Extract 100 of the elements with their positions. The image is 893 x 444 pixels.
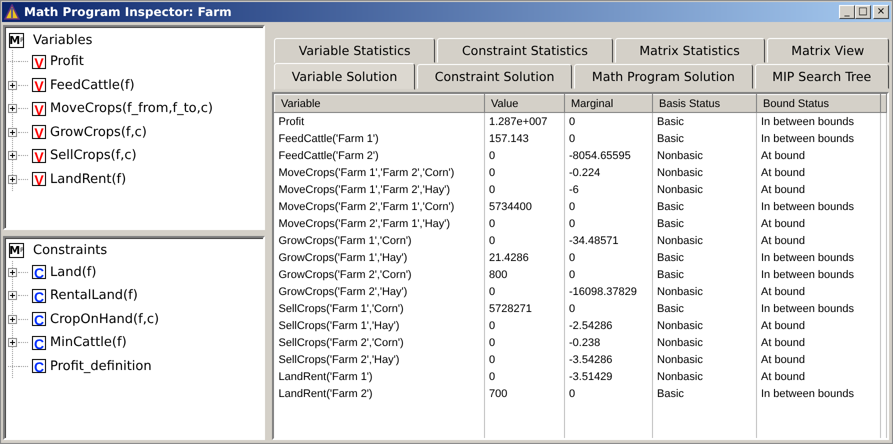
tree-item[interactable]: Profit_definition — [50, 358, 152, 374]
variable-icon: V — [32, 125, 46, 140]
tab[interactable]: Matrix View — [766, 38, 890, 63]
table-cell: In between bounds — [756, 300, 880, 317]
variable-icon: V — [32, 148, 46, 163]
minimize-button[interactable]: _ — [839, 5, 855, 19]
tab[interactable]: Constraint Solution — [417, 64, 572, 89]
table-cell: In between bounds — [756, 249, 880, 266]
table-cell: 0 — [484, 147, 564, 164]
tab[interactable]: Matrix Statistics — [614, 38, 765, 63]
tree-item[interactable]: FeedCattle(f) — [50, 78, 135, 93]
table-cell: At bound — [756, 215, 880, 232]
table-cell: At bound — [756, 232, 880, 249]
tree-root-label[interactable]: Variables — [33, 32, 92, 48]
table-cell: Basic — [652, 215, 756, 232]
table-cell: Basic — [652, 198, 756, 215]
table-cell: -0.224 — [564, 164, 652, 181]
table-cell: 5728271 — [484, 300, 564, 317]
expand-icon[interactable] — [8, 338, 17, 348]
table-cell: 0 — [564, 198, 652, 215]
expand-icon[interactable] — [8, 80, 17, 90]
column-header[interactable]: Basis Status — [652, 94, 756, 112]
close-button[interactable]: × — [873, 5, 889, 19]
tab[interactable]: MIP Search Tree — [754, 64, 889, 89]
table-cell: In between bounds — [756, 112, 880, 130]
expand-icon[interactable] — [8, 291, 17, 300]
expand-icon[interactable] — [8, 174, 17, 184]
table-cell: Nonbasic — [652, 232, 756, 249]
table-cell: Basic — [652, 300, 756, 317]
column-header[interactable]: Marginal — [564, 94, 652, 112]
expand-icon[interactable] — [8, 268, 17, 277]
expand-icon[interactable] — [8, 314, 17, 324]
tab[interactable]: Variable Solution — [274, 63, 415, 90]
expand-icon[interactable] — [8, 128, 17, 137]
variable-icon: V — [32, 102, 46, 116]
constraint-icon: C — [32, 359, 46, 374]
table-cell: Profit — [274, 112, 484, 130]
table-cell: In between bounds — [756, 385, 880, 402]
table-cell: GrowCrops('Farm 1','Corn') — [274, 232, 484, 249]
tab[interactable]: Math Program Solution — [574, 64, 753, 89]
table-cell: SellCrops('Farm 2','Corn') — [274, 334, 484, 351]
table-cell: Basic — [652, 112, 756, 130]
table-cell: 0 — [484, 215, 564, 232]
tree-root-label[interactable]: Constraints — [33, 243, 108, 258]
table-cell: FeedCattle('Farm 1') — [274, 130, 484, 147]
maximize-button[interactable]: □ — [855, 5, 871, 19]
table-cell: SellCrops('Farm 1','Hay') — [274, 317, 484, 334]
table-cell: At bound — [756, 283, 880, 300]
table-cell: At bound — [756, 368, 880, 385]
tab[interactable]: Constraint Statistics — [437, 38, 613, 63]
table-cell: Nonbasic — [652, 164, 756, 181]
table-cell: Nonbasic — [652, 317, 756, 334]
table-cell: Nonbasic — [652, 147, 756, 164]
table-cell: Basic — [652, 266, 756, 283]
table-cell: -2.54286 — [564, 317, 652, 334]
tree-item[interactable]: RentalLand(f) — [50, 288, 138, 304]
tree-item[interactable]: Land(f) — [50, 264, 96, 280]
table-cell: GrowCrops('Farm 2','Corn') — [274, 266, 484, 283]
table-cell: At bound — [756, 351, 880, 368]
table-cell: -16098.37829 — [564, 283, 652, 300]
table-cell: SellCrops('Farm 1','Corn') — [274, 300, 484, 317]
table-cell: -6 — [564, 181, 652, 198]
table-cell: 0 — [564, 215, 652, 232]
expand-icon[interactable] — [8, 104, 17, 114]
table-cell: 0 — [564, 112, 652, 130]
table-cell: 157.143 — [484, 130, 564, 147]
table-cell: 0 — [564, 385, 652, 402]
table-cell: Basic — [652, 130, 756, 147]
tree-item[interactable]: GrowCrops(f,c) — [50, 124, 147, 140]
tree-item[interactable]: LandRent(f) — [50, 172, 126, 187]
tab[interactable]: Variable Statistics — [274, 38, 436, 63]
table-cell: MoveCrops('Farm 1','Farm 2','Corn') — [274, 164, 484, 181]
table-cell: At bound — [756, 181, 880, 198]
table-cell: At bound — [756, 334, 880, 351]
table-cell: -3.51429 — [564, 368, 652, 385]
table-cell: MoveCrops('Farm 1','Farm 2','Hay') — [274, 181, 484, 198]
table-cell: -0.238 — [564, 334, 652, 351]
table-cell: MoveCrops('Farm 2','Farm 1','Corn') — [274, 198, 484, 215]
column-header[interactable]: Value — [484, 94, 564, 112]
expand-icon[interactable] — [8, 151, 17, 160]
column-header[interactable]: Variable — [274, 94, 484, 112]
tree-item[interactable]: SellCrops(f,c) — [50, 148, 137, 164]
tree-item[interactable]: CropOnHand(f,c) — [50, 312, 160, 327]
table-cell: 0 — [564, 130, 652, 147]
table-cell: GrowCrops('Farm 1','Hay') — [274, 249, 484, 266]
tree-item[interactable]: MinCattle(f) — [50, 335, 127, 350]
table-cell: Basic — [652, 385, 756, 402]
table-cell: 0 — [484, 351, 564, 368]
tree-item[interactable]: MoveCrops(f_from,f_to,c) — [50, 101, 213, 116]
table-cell: LandRent('Farm 1') — [274, 368, 484, 385]
table-cell: 0 — [484, 283, 564, 300]
table-cell: 700 — [484, 385, 564, 402]
table-cell: FeedCattle('Farm 2') — [274, 147, 484, 164]
tree-item[interactable]: Profit — [50, 54, 84, 70]
table-cell: GrowCrops('Farm 2','Hay') — [274, 283, 484, 300]
table-cell: Nonbasic — [652, 368, 756, 385]
table-cell: 1.287e+007 — [484, 112, 564, 130]
constraint-icon: C — [32, 336, 46, 350]
column-header[interactable]: Bound Status — [756, 94, 880, 112]
table-cell: At bound — [756, 164, 880, 181]
